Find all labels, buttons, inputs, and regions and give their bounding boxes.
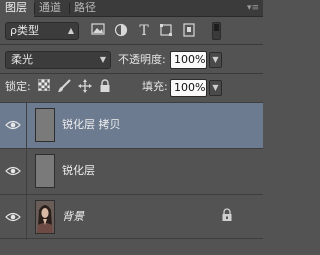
lock-transparent-pixels-icon[interactable] [36,79,52,95]
lock-image-pixels-icon[interactable] [56,79,72,95]
layer-name[interactable]: 锐化层 [62,163,95,179]
tab-paths[interactable]: 路径 [74,0,96,16]
image-filter-icon[interactable] [90,23,106,39]
layer-row-sharpen[interactable]: 锐化层 [0,148,263,194]
layer-name[interactable]: 锐化层 拷贝 [62,117,121,133]
fill-input[interactable]: 100% [170,79,207,97]
blend-mode-value: 柔光 [11,53,33,66]
adjustment-filter-icon[interactable] [113,23,129,39]
layer-thumbnail [35,108,55,142]
tab-divider [34,3,35,14]
blend-mode-dropdown[interactable]: 柔光 ▼ [5,51,111,69]
smart-object-filter-icon[interactable] [181,23,197,39]
column-divider [26,195,27,240]
chevron-down-icon: ▲ [67,26,74,35]
divider [0,44,263,45]
lock-label: 锁定: [5,80,31,93]
layer-thumbnail-portrait [35,200,55,234]
lock-position-icon[interactable] [77,79,93,95]
layer-row-sharpen-copy[interactable]: 锐化层 拷贝 [0,102,263,148]
divider [0,73,263,74]
layer-name[interactable]: 背景 [62,209,84,225]
tab-channels[interactable]: 通道 [39,0,61,16]
lock-all-icon[interactable] [97,79,113,95]
filter-toggle-icon[interactable] [212,22,221,40]
shape-filter-icon[interactable] [158,23,174,39]
chevron-down-icon: ▼ [99,55,106,64]
panel-menu-icon[interactable]: ▾≡ [247,1,259,15]
tab-divider [69,3,70,14]
opacity-label: 不透明度: [118,53,166,66]
panel-tab-bar: 图层 通道 路径 ▾≡ [0,0,263,17]
visibility-eye-icon[interactable] [4,117,22,133]
column-divider [26,149,27,194]
filter-kind-dropdown[interactable]: ρ类型 ▲ [5,22,79,40]
fill-slider-button[interactable]: ▼ [209,80,222,96]
tab-layers[interactable]: 图层 [0,0,34,17]
opacity-input[interactable]: 100% [170,51,207,69]
filter-kind-label: ρ类型 [10,24,39,37]
column-divider [26,103,27,148]
opacity-slider-button[interactable]: ▼ [209,52,222,68]
layer-row-background[interactable]: 背景 [0,194,263,240]
type-filter-icon[interactable]: T [136,23,152,39]
visibility-eye-icon[interactable] [4,163,22,179]
visibility-eye-icon[interactable] [4,209,22,225]
lock-row: 锁定: 填充: 100% ▼ [0,77,263,99]
fill-label: 填充: [142,80,168,93]
layer-filter-row: ρ类型 ▲ T [0,20,263,42]
blend-row: 柔光 ▼ 不透明度: 100% ▼ [0,49,263,71]
lock-icon[interactable] [221,208,235,224]
layer-thumbnail [35,154,55,188]
